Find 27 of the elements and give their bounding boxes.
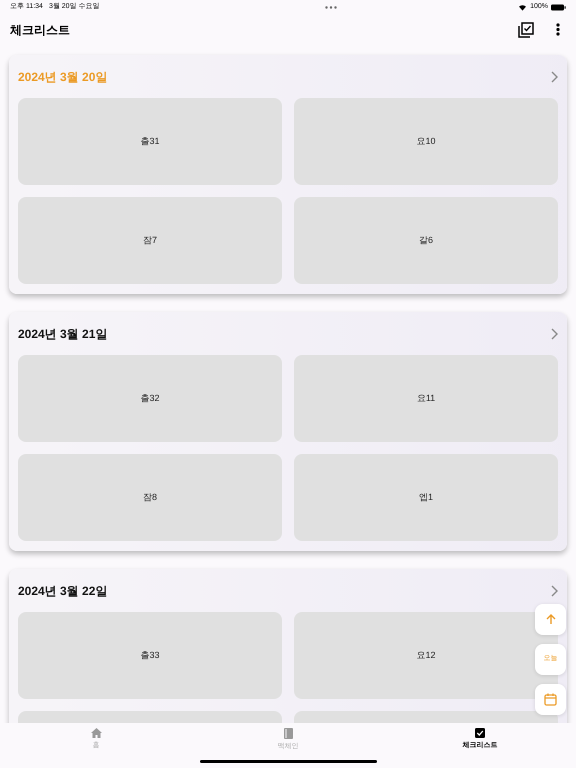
reading-tile[interactable]: 엡1 <box>294 454 558 541</box>
reading-tile[interactable]: 출31 <box>18 98 282 185</box>
reading-tile[interactable]: 출33 <box>18 612 282 699</box>
chevron-right-icon[interactable] <box>551 584 558 596</box>
chevron-right-icon[interactable] <box>551 70 558 82</box>
reading-tile[interactable]: 잠8 <box>18 454 282 541</box>
reading-tile[interactable]: 출32 <box>18 355 282 442</box>
wifi-icon <box>518 4 528 10</box>
arrow-up-icon <box>546 614 556 625</box>
reading-tile[interactable]: 잠7 <box>18 197 282 284</box>
page-title: 체크리스트 <box>10 22 70 38</box>
day-date[interactable]: 2024년 3월 22일 <box>18 582 108 600</box>
chevron-right-icon[interactable] <box>551 328 558 340</box>
scroll-top-button[interactable] <box>535 604 566 635</box>
more-dots-icon <box>324 6 337 8</box>
book-icon <box>284 728 292 739</box>
reading-tile[interactable]: 요11 <box>294 355 558 442</box>
calendar-button[interactable] <box>535 684 566 715</box>
day-date[interactable]: 2024년 3월 21일 <box>18 324 108 342</box>
more-options-icon[interactable] <box>556 23 560 36</box>
checkbox-icon <box>475 728 485 738</box>
checklist-icon[interactable] <box>518 22 534 38</box>
reading-tile[interactable]: 갈6 <box>294 197 558 284</box>
battery-icon <box>551 4 566 10</box>
reading-tile[interactable]: 요10 <box>294 98 558 185</box>
home-icon <box>90 728 102 738</box>
calendar-icon <box>544 693 557 706</box>
